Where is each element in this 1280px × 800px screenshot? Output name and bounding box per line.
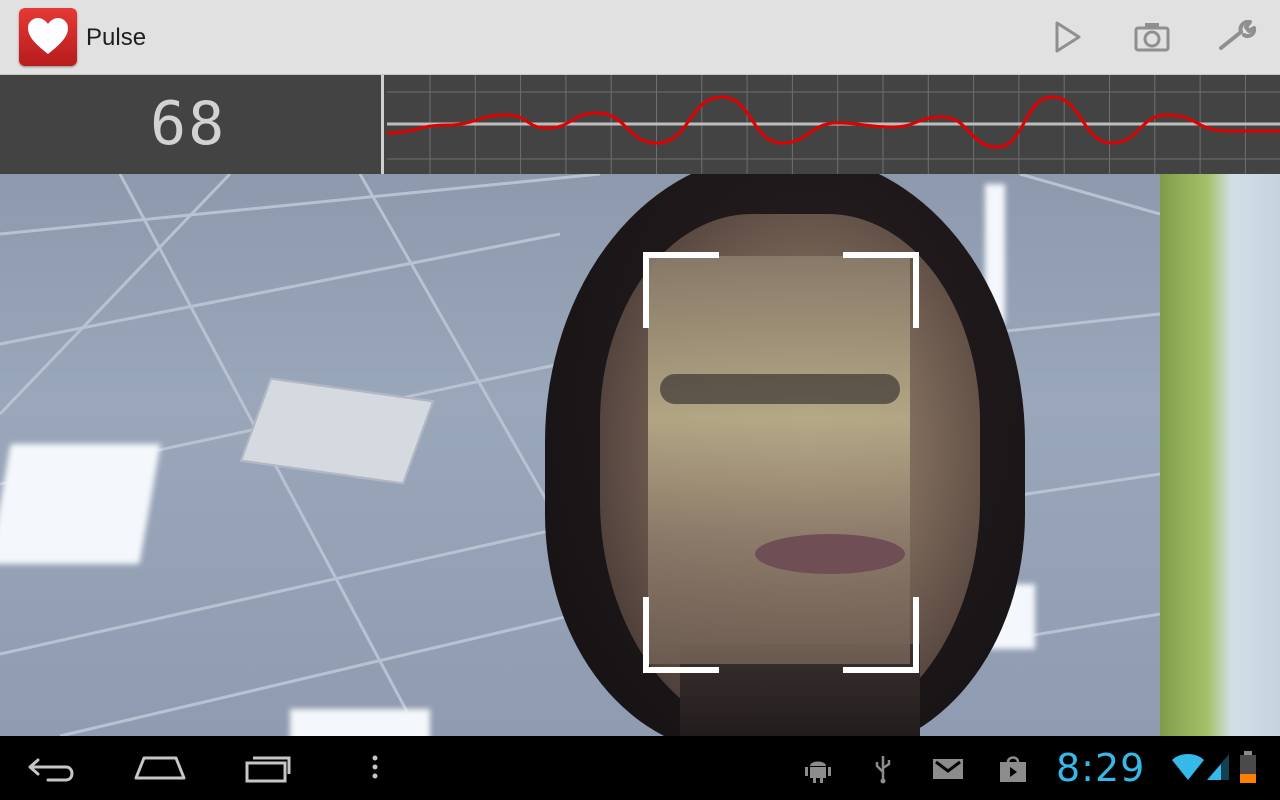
status-clock: 8:29: [1056, 746, 1146, 790]
eyes: [660, 374, 900, 404]
heart-icon: [28, 18, 68, 54]
usb-icon: [875, 756, 891, 784]
back-icon: [28, 758, 74, 782]
wifi-icon: [1172, 754, 1204, 780]
face-frame-corner-bottom-right: [843, 597, 919, 673]
battery-icon: [1240, 751, 1256, 783]
home-button[interactable]: [120, 746, 200, 790]
camera-icon: [1134, 23, 1170, 52]
overflow-menu-icon: [372, 755, 378, 779]
action-bar: Pulse: [0, 0, 1280, 75]
ceiling-light: [0, 444, 161, 564]
recent-apps-button[interactable]: [228, 746, 308, 790]
gmail-icon: [933, 759, 963, 779]
bpm-panel: 68: [0, 75, 384, 174]
face-frame-corner-bottom-left: [643, 597, 719, 673]
face-frame-corner-top-left: [643, 252, 719, 328]
settings-button[interactable]: [1215, 16, 1259, 60]
app-title: Pulse: [86, 24, 147, 51]
back-button[interactable]: [13, 746, 93, 790]
mouth: [755, 534, 905, 574]
camera-button[interactable]: [1130, 16, 1174, 60]
signal-icon: [1207, 754, 1229, 780]
pulse-waveform-graph: [387, 75, 1280, 174]
wrench-icon: [1219, 20, 1257, 50]
face-frame-corner-top-right: [843, 252, 919, 328]
wall: [1160, 174, 1280, 736]
android-debug-icon: [805, 761, 831, 783]
home-icon: [134, 756, 186, 780]
recent-apps-icon: [245, 756, 291, 783]
bpm-value: 68: [150, 89, 227, 159]
camera-preview: [0, 174, 1280, 736]
system-bar: 8:29: [0, 736, 1280, 800]
play-icon: [1055, 21, 1081, 53]
play-button[interactable]: [1046, 16, 1090, 60]
pulse-monitor: 68: [0, 75, 1280, 174]
ceiling-light: [290, 709, 430, 736]
app-icon[interactable]: [19, 8, 77, 66]
menu-button[interactable]: [335, 746, 415, 790]
store-icon: [1000, 756, 1026, 782]
